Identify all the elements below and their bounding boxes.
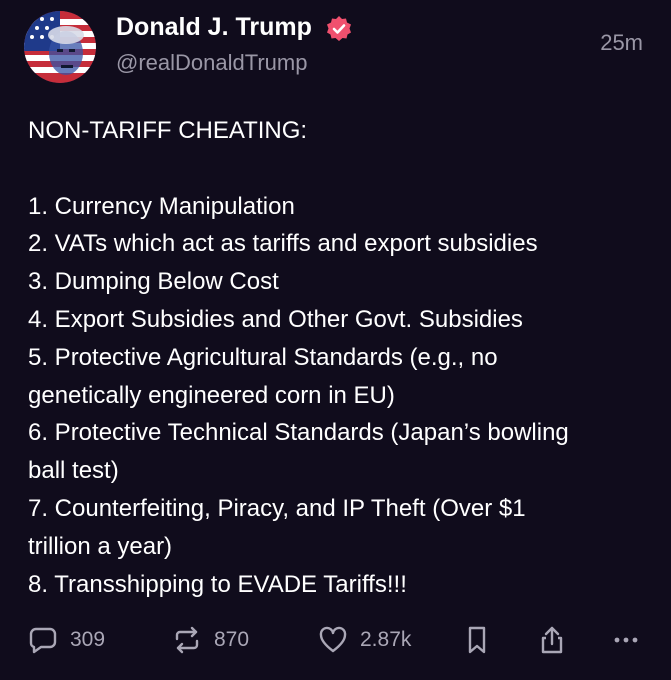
author-name[interactable]: Donald J. Trump	[116, 13, 312, 42]
post-line: trillion a year)	[28, 532, 173, 560]
repost-icon	[172, 625, 202, 655]
heart-icon	[318, 625, 348, 655]
reply-count: 309	[70, 628, 106, 651]
post-line-blank	[28, 150, 653, 188]
post-line: genetically engineered corn in EU)	[28, 381, 395, 409]
bookmark-icon	[464, 625, 490, 655]
like-button[interactable]: 2.87k	[318, 620, 411, 660]
reply-button[interactable]: 309	[28, 620, 105, 660]
repost-count: 870	[214, 628, 250, 651]
share-icon	[537, 625, 567, 655]
post-line: 1. Currency Manipulation	[28, 192, 295, 220]
post-line: 8. Transshipping to EVADE Tariffs!!!	[28, 570, 407, 598]
reply-icon	[28, 625, 58, 655]
author-handle[interactable]: @realDonaldTrump	[116, 50, 307, 76]
like-count: 2.87k	[360, 628, 412, 651]
post-line: 7. Counterfeiting, Piracy, and IP Theft …	[28, 494, 526, 522]
action-bar: 309 870 2.87k	[0, 620, 671, 660]
post-body: NON-TARIFF CHEATING: 1. Currency Manipul…	[28, 112, 653, 603]
post-line: 6. Protective Technical Standards (Japan…	[28, 419, 569, 447]
verified-badge-icon	[325, 15, 353, 43]
share-button[interactable]	[537, 620, 567, 660]
post-line: 5. Protective Agricultural Standards (e.…	[28, 343, 498, 371]
more-icon	[611, 625, 641, 655]
avatar[interactable]	[24, 11, 96, 83]
more-options-button[interactable]	[611, 620, 641, 660]
post-line: NON-TARIFF CHEATING:	[28, 117, 308, 144]
post-line: 2. VATs which act as tariffs and export …	[28, 230, 538, 258]
bookmark-button[interactable]	[464, 620, 490, 660]
post-line: ball test)	[28, 457, 119, 485]
repost-button[interactable]: 870	[172, 620, 249, 660]
post-line: 4. Export Subsidies and Other Govt. Subs…	[28, 305, 523, 333]
post-timestamp[interactable]: 25m	[600, 30, 643, 56]
post-line: 3. Dumping Below Cost	[28, 268, 279, 296]
